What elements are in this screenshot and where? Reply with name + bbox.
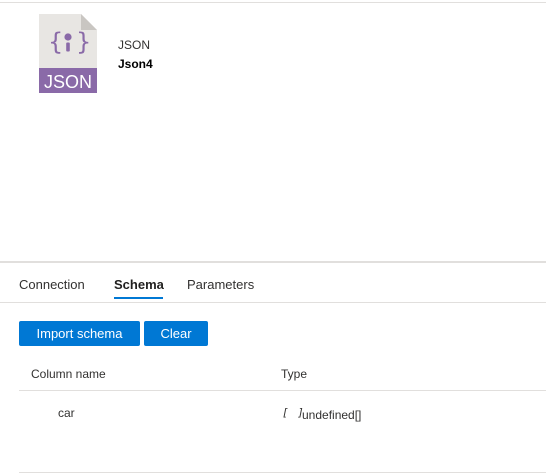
svg-text:}: } [76, 28, 91, 56]
tab-schema[interactable]: Schema [114, 277, 164, 292]
svg-text:JSON: JSON [44, 72, 92, 92]
column-name-cell: car [58, 406, 75, 420]
clear-button[interactable]: Clear [144, 321, 208, 346]
tab-bar-divider [0, 302, 546, 303]
tab-connection[interactable]: Connection [19, 277, 85, 292]
active-tab-indicator [114, 297, 163, 299]
import-schema-button[interactable]: Import schema [19, 321, 140, 346]
dataset-type-label: JSON [118, 38, 151, 52]
svg-text:{: { [48, 28, 63, 56]
json-file-icon: { } JSON [39, 14, 97, 93]
column-header-type[interactable]: Type [281, 367, 307, 381]
row-divider [19, 472, 546, 473]
tab-bar: Connection Schema Parameters [0, 263, 546, 302]
top-border [0, 2, 546, 3]
dataset-name: Json4 [118, 57, 153, 71]
column-header-name[interactable]: Column name [31, 367, 106, 381]
dataset-editor: { } JSON JSON Json4 Connection Schema Pa… [0, 0, 546, 475]
column-type-cell: undefined[] [302, 408, 362, 422]
tab-parameters[interactable]: Parameters [187, 277, 254, 292]
table-row[interactable]: car [ ] undefined[] [19, 391, 546, 473]
dataset-header: { } JSON JSON Json4 [38, 14, 498, 94]
